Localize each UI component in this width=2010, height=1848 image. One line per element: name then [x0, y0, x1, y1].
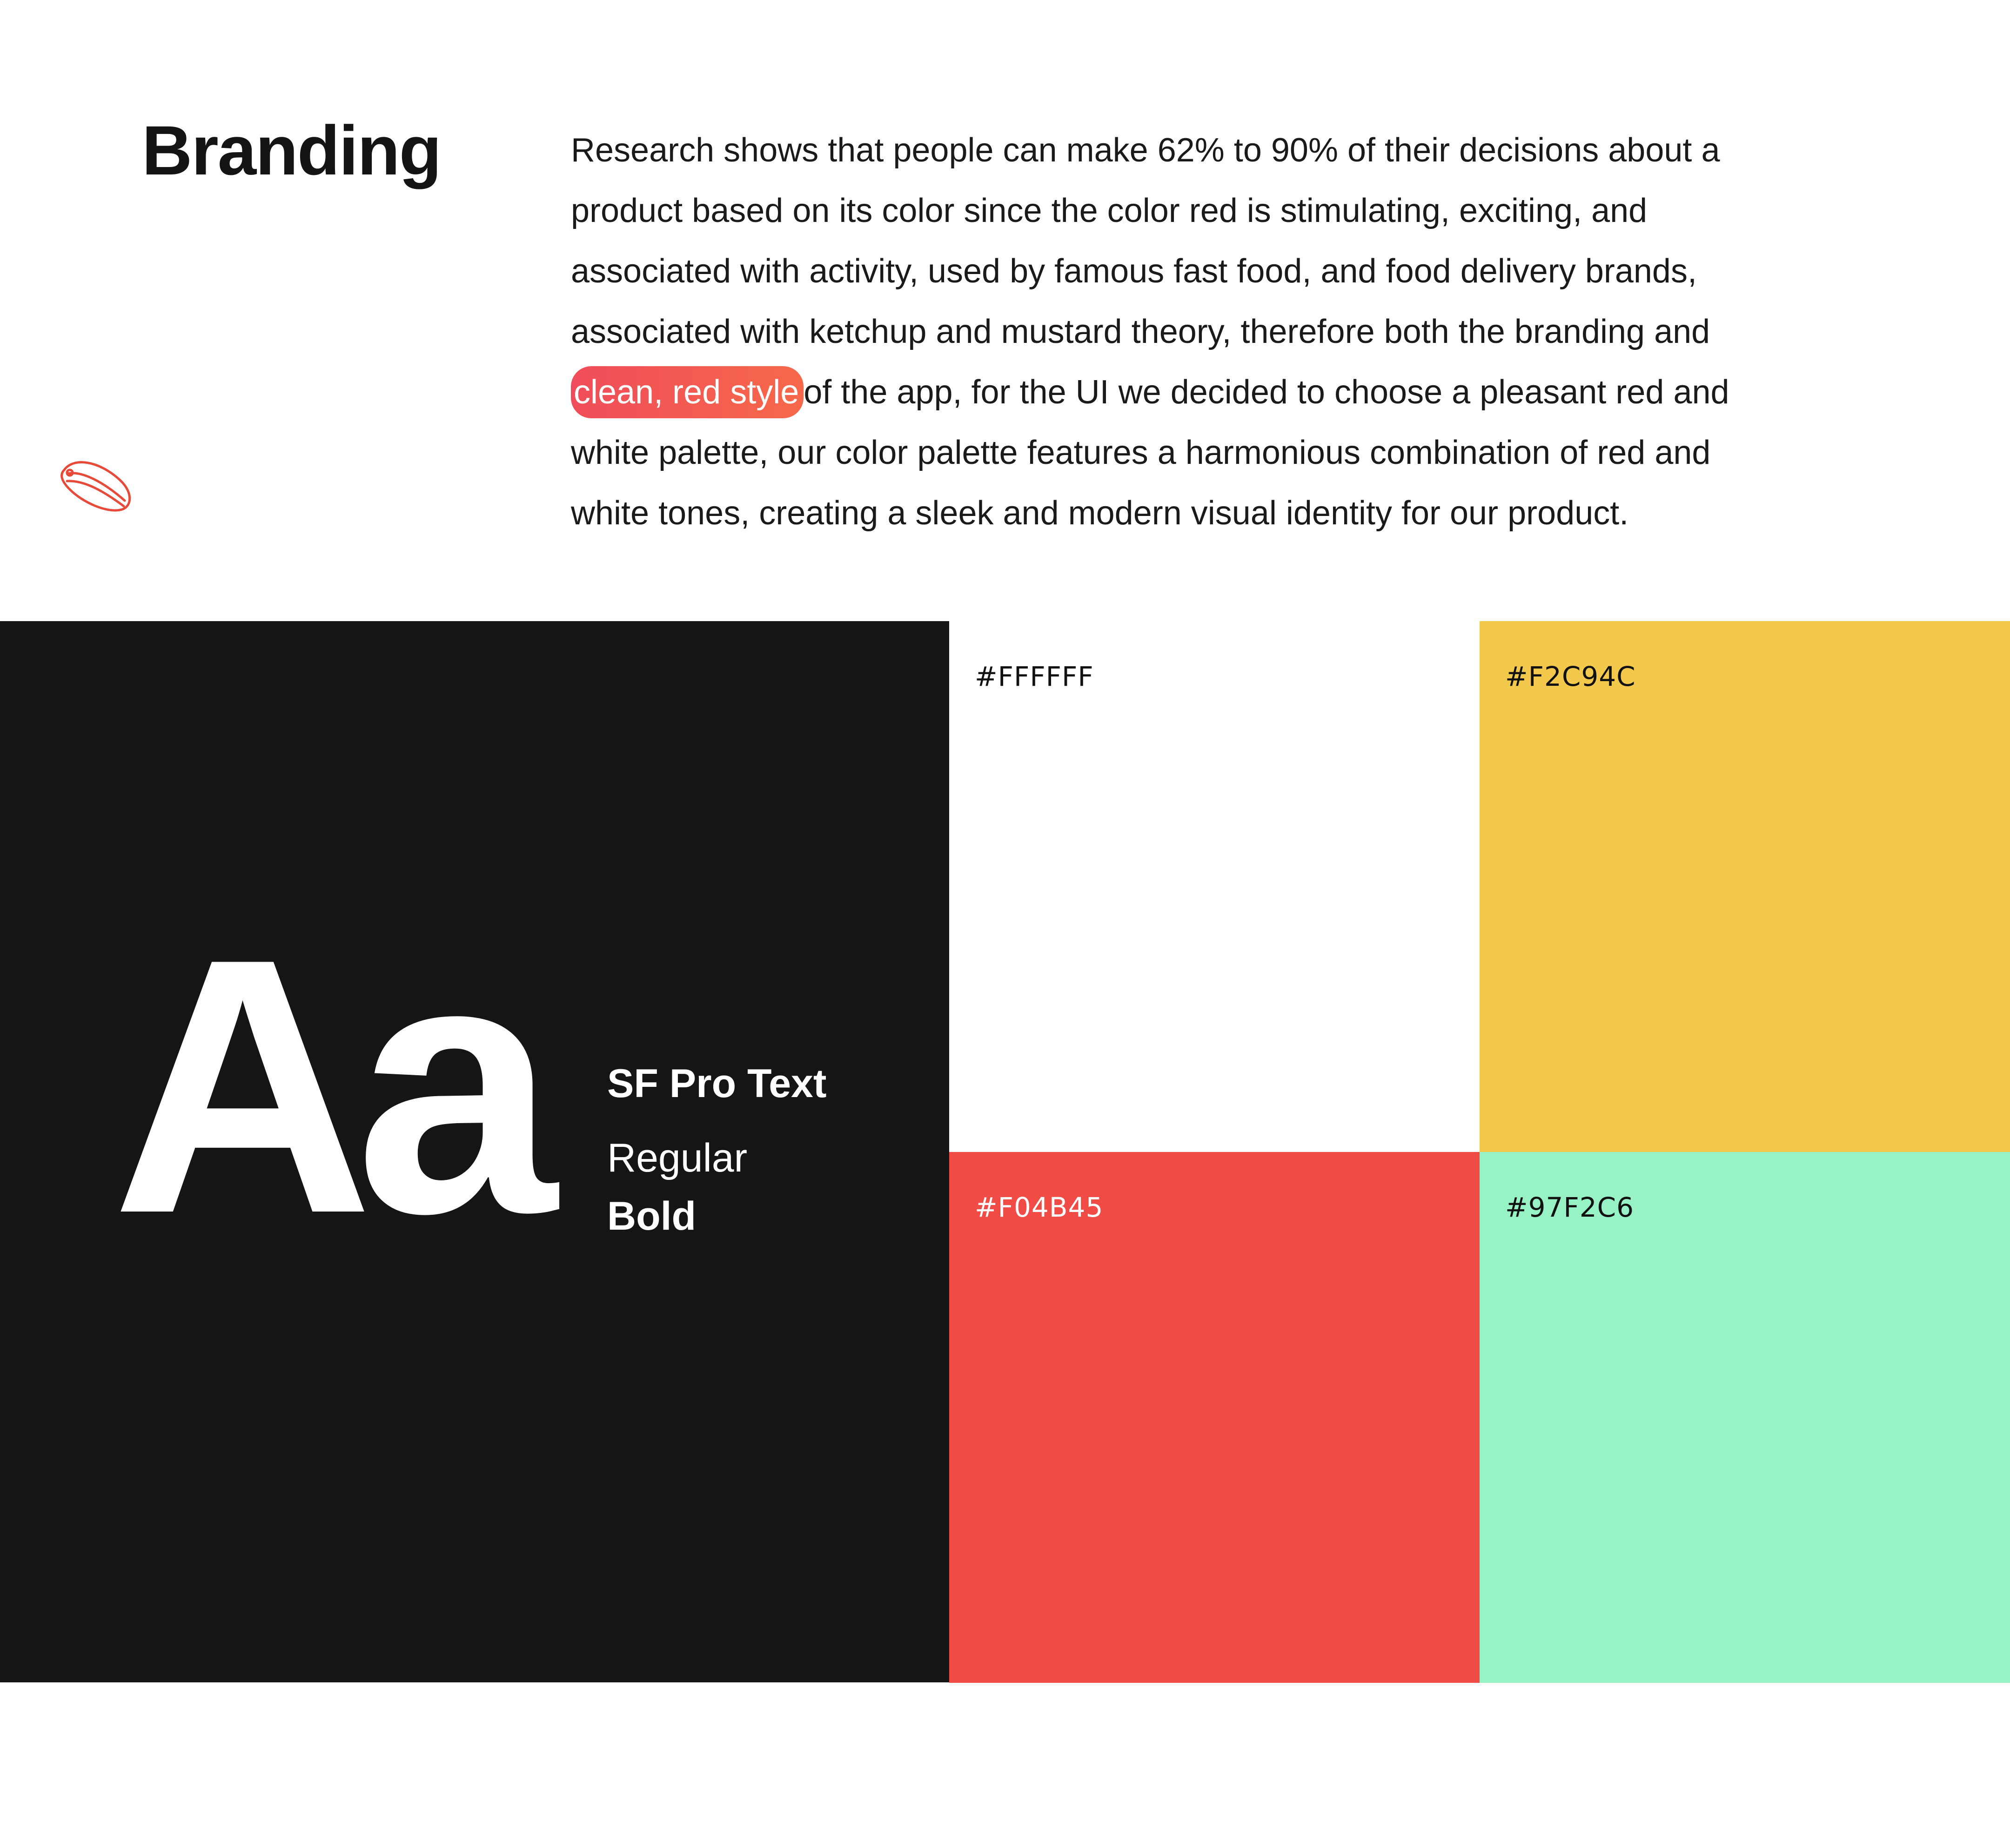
description-line: product based on its color since the col… — [571, 192, 1648, 229]
description-text: of the app, for the UI we decided to cho… — [804, 374, 1729, 411]
color-code: #F04B45 — [975, 1192, 1104, 1223]
highlight-badge: clean, red style — [571, 366, 804, 418]
color-swatch-white: #FFFFFF — [949, 621, 1480, 1152]
color-swatch-red: #F04B45 — [949, 1152, 1480, 1683]
color-code: #FFFFFF — [975, 661, 1094, 692]
description-line: associated with activity, used by famous… — [571, 253, 1697, 290]
font-weight-bold: Bold — [607, 1194, 697, 1239]
page-title: Branding — [142, 111, 442, 189]
font-weight-regular: Regular — [607, 1136, 748, 1180]
color-swatch-yellow: #F2C94C — [1480, 621, 2010, 1152]
description-line: white palette, our color palette feature… — [571, 434, 1711, 471]
color-code: #F2C94C — [1505, 661, 1636, 692]
color-code: #97F2C6 — [1505, 1192, 1635, 1223]
description-line: white tones, creating a sleek and modern… — [571, 495, 1629, 532]
description-line: clean, red style of the app, for the UI w… — [571, 362, 1874, 422]
hotdog-icon — [60, 461, 131, 512]
branding-description: Research shows that people can make 62% … — [571, 120, 1874, 543]
type-sample: Aa — [112, 884, 557, 1289]
font-name: SF Pro Text — [607, 1061, 827, 1106]
typography-panel: Aa SF Pro Text Regular Bold — [0, 621, 949, 1682]
description-line: Research shows that people can make 62% … — [571, 132, 1720, 169]
description-line: associated with ketchup and mustard theo… — [571, 313, 1710, 350]
color-swatch-mint: #97F2C6 — [1480, 1152, 2010, 1683]
